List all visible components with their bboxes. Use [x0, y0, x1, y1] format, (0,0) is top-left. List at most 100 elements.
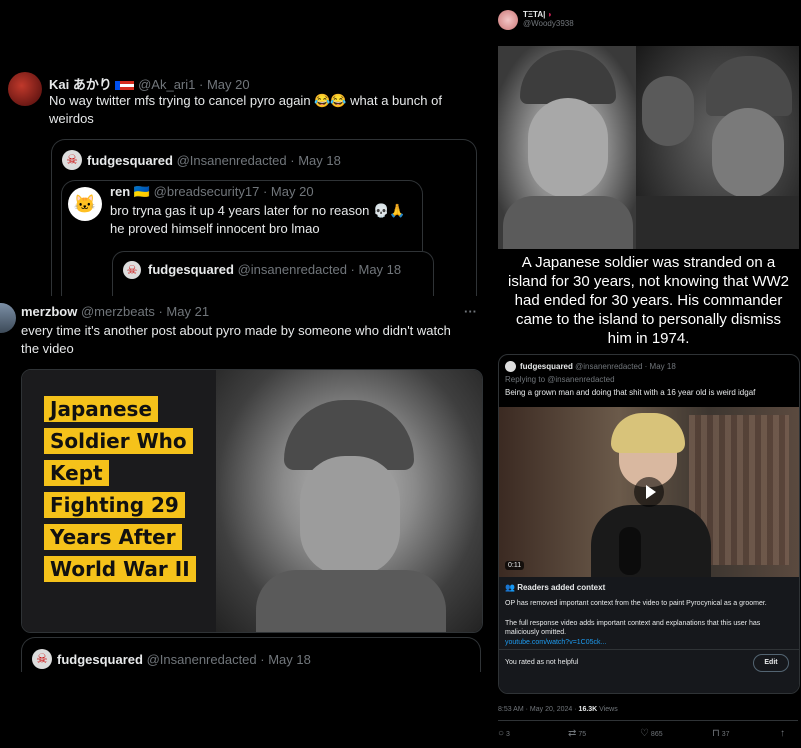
- views-label: Views: [597, 706, 618, 713]
- author-name[interactable]: ΤΞΤΑ|: [523, 10, 545, 19]
- rating-status: You rated as not helpful: [505, 659, 579, 666]
- author-handle[interactable]: @Ak_ari1: [138, 77, 195, 92]
- author-handle[interactable]: @insanenredacted: [575, 362, 642, 371]
- quote-header: ren 🇺🇦 @breadsecurity17 · May 20: [110, 184, 314, 200]
- video-duration: 0:11: [505, 561, 525, 570]
- avatar[interactable]: [498, 10, 518, 30]
- post-image[interactable]: [498, 46, 799, 249]
- community-note: 👥 Readers added context OP has removed i…: [499, 577, 799, 693]
- tweet-date[interactable]: · May 18: [260, 652, 311, 667]
- tweet-text: Being a grown man and doing that shit wi…: [505, 388, 756, 397]
- action-bar: ○ 3 ⇄ 75 ♡ 865 ⊓ 37 ↑: [498, 728, 798, 742]
- post-meta: 8:53 AM · May 20, 2024 · 16.3K Views: [498, 706, 618, 713]
- author-handle[interactable]: @breadsecurity17: [154, 184, 260, 199]
- bottom-fade: [0, 672, 492, 748]
- quote-header: fudgesquared @Insanenredacted · May 18: [87, 153, 341, 168]
- tweet-text-line: every time it's another post about pyro …: [21, 323, 451, 338]
- more-options-icon[interactable]: ···: [464, 304, 477, 319]
- note-paragraph: The full response video adds important c…: [505, 620, 761, 636]
- bookmark-icon: ⊓: [712, 728, 720, 739]
- skull-icon: ☠: [126, 263, 138, 277]
- quote-header: fudgesquared @insanenredacted · May 18: [148, 262, 401, 277]
- tweet-date[interactable]: · May 18: [645, 362, 676, 371]
- quoted-tweet[interactable]: fudgesquared @insanenredacted · May 18 R…: [498, 354, 800, 694]
- author-handle[interactable]: @insanenredacted: [238, 262, 347, 277]
- tweet-date[interactable]: · May 18: [290, 153, 341, 168]
- thumbnail-title-line: Japanese: [44, 396, 159, 422]
- flag-icon: [115, 81, 135, 91]
- thumbnail-title-line: Soldier Who: [44, 428, 193, 454]
- retweet-icon: ⇄: [568, 728, 577, 739]
- thumbnail-title-line: Kept: [44, 460, 109, 486]
- avatar[interactable]: ☠: [62, 150, 82, 170]
- author-handle[interactable]: @merzbeats: [81, 304, 155, 319]
- quoted-tweet[interactable]: ☠ fudgesquared @Insanenredacted · May 18…: [51, 139, 477, 332]
- divider: [498, 720, 798, 721]
- avatar[interactable]: ☠: [32, 649, 52, 669]
- author-name[interactable]: Kai あかり: [49, 77, 112, 92]
- retweet-button[interactable]: ⇄ 75: [568, 728, 586, 739]
- heart-icon: ♡: [640, 728, 649, 739]
- tweet-date[interactable]: · May 18: [351, 262, 402, 277]
- young-soldier-photo: [498, 46, 636, 249]
- like-button[interactable]: ♡ 865: [640, 728, 663, 739]
- note-title: Readers added context: [517, 583, 606, 592]
- skull-icon: ☠: [66, 152, 78, 167]
- author-name[interactable]: ren 🇺🇦: [110, 184, 150, 199]
- author-name[interactable]: fudgesquared: [520, 362, 573, 371]
- replying-to[interactable]: Replying to @insanenredacted: [505, 375, 615, 384]
- soldier-photo: [216, 370, 482, 632]
- author-handle[interactable]: @Woody3938: [523, 19, 574, 28]
- bookmark-button[interactable]: ⊓ 37: [712, 728, 730, 739]
- avatar[interactable]: [8, 72, 42, 106]
- thumbnail-title-line: Years After: [44, 524, 182, 550]
- avatar[interactable]: ☠: [123, 261, 141, 279]
- quote-header: fudgesquared @Insanenredacted · May 18: [57, 652, 311, 667]
- video-player[interactable]: 0:11: [499, 407, 799, 577]
- image-caption: A Japanese soldier was stranded on a isl…: [508, 254, 789, 347]
- share-icon: ↑: [780, 728, 785, 739]
- watermelon-icon: ◗: [547, 10, 553, 19]
- author-name[interactable]: fudgesquared: [148, 262, 234, 277]
- quote-header: fudgesquared @insanenredacted · May 18: [520, 362, 676, 371]
- edit-button[interactable]: Edit: [753, 654, 789, 672]
- share-button[interactable]: ↑: [780, 728, 785, 739]
- tweet-date[interactable]: · May 21: [158, 304, 209, 319]
- view-count: 16.3K: [578, 706, 598, 713]
- tweet-text-line: he proved himself innocent bro lmao: [110, 221, 320, 236]
- tweet-text: bro tryna gas it up 4 years later for no…: [110, 202, 430, 238]
- people-icon: 👥: [505, 583, 515, 592]
- author-name[interactable]: merzbow: [21, 304, 77, 319]
- avatar[interactable]: [505, 361, 516, 372]
- thumbnail-title-line: World War II: [44, 556, 196, 582]
- note-title-row: 👥 Readers added context: [505, 583, 605, 592]
- older-soldier-photo: [636, 46, 799, 249]
- divider: [499, 649, 799, 650]
- post-timestamp[interactable]: 8:53 AM · May 20, 2024 ·: [498, 706, 579, 713]
- thumbnail-title-line: Fighting 29: [44, 492, 185, 518]
- author-name[interactable]: fudgesquared: [57, 652, 143, 667]
- reply-button[interactable]: ○ 3: [498, 728, 510, 739]
- tweet-text-line: No way twitter mfs trying to cancel pyro…: [49, 93, 442, 108]
- author-handle[interactable]: @Insanenredacted: [147, 652, 257, 667]
- reply-icon: ○: [498, 728, 505, 739]
- avatar[interactable]: 🐱: [68, 187, 102, 221]
- play-icon[interactable]: [634, 477, 664, 507]
- tweet-date[interactable]: · May 20: [199, 77, 250, 92]
- skull-icon: ☠: [36, 651, 48, 666]
- tweet-text: No way twitter mfs trying to cancel pyro…: [49, 92, 479, 128]
- video-thumbnail[interactable]: Japanese Soldier Who Kept Fighting 29 Years …: [21, 369, 483, 633]
- tweet-text-line: bro tryna gas it up 4 years later for no…: [110, 203, 406, 218]
- tweet-text-line: the video: [21, 341, 74, 356]
- note-link[interactable]: youtube.com/watch?v=1C05ck...: [505, 639, 606, 646]
- tweet-header: merzbow @merzbeats · May 21: [21, 304, 209, 319]
- tweet-text-line: weirdos: [49, 111, 94, 126]
- cat-icon: 🐱: [73, 194, 97, 214]
- author-handle[interactable]: @Insanenredacted: [177, 153, 287, 168]
- note-paragraph: OP has removed important context from th…: [505, 600, 767, 607]
- tweet-text: every time it's another post about pyro …: [21, 322, 486, 358]
- tweet-date[interactable]: · May 20: [263, 184, 314, 199]
- author-name[interactable]: fudgesquared: [87, 153, 173, 168]
- tweet-header: Kai あかり @Ak_ari1 · May 20: [49, 74, 250, 93]
- right-post-header: ΤΞΤΑ| ◗ @Woody3938: [523, 10, 574, 28]
